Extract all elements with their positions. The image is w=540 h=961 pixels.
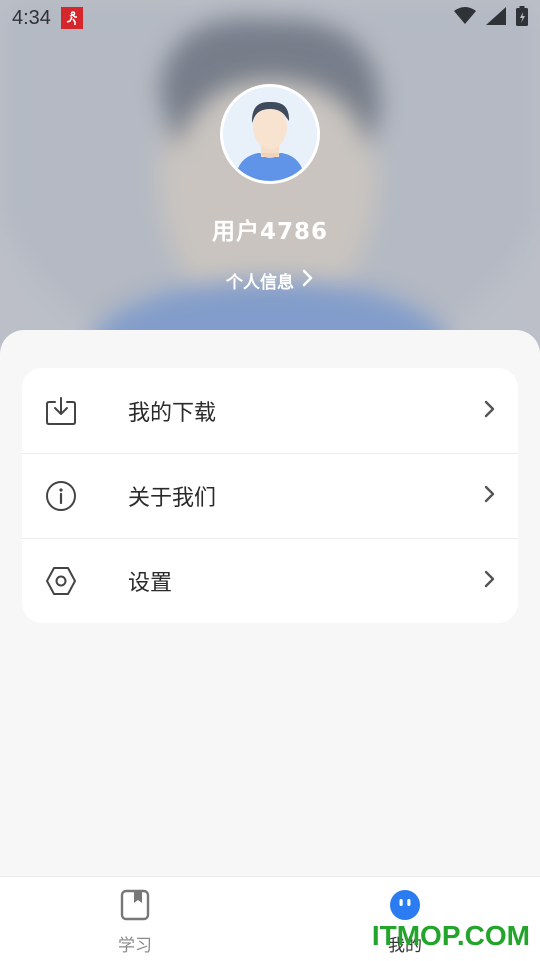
status-bar: 4:34 — [0, 0, 540, 36]
settings-hexagon-icon — [44, 564, 78, 598]
chevron-right-icon — [302, 269, 314, 292]
wifi-icon — [454, 7, 476, 29]
menu-item-label: 关于我们 — [128, 486, 217, 511]
status-time: 4:34 — [12, 6, 51, 29]
default-avatar-icon[interactable] — [220, 84, 320, 184]
battery-charging-icon — [516, 6, 528, 30]
running-man-icon — [60, 7, 83, 29]
tab-label: 学习 — [118, 936, 152, 956]
menu-item-downloads[interactable]: 我的下载 — [22, 368, 518, 453]
content-sheet: 我的下载 关于我们 设置 — [0, 330, 540, 876]
chevron-right-icon — [484, 570, 496, 592]
watermark: ITMOP.COM — [371, 920, 530, 951]
signal-icon — [486, 7, 506, 29]
info-icon — [44, 479, 78, 513]
book-icon — [120, 889, 150, 925]
personal-info-link[interactable]: 个人信息 — [226, 268, 314, 293]
personal-info-label: 个人信息 — [226, 273, 294, 293]
menu-item-label: 设置 — [128, 571, 173, 596]
chevron-right-icon — [484, 400, 496, 422]
tab-study[interactable]: 学习 — [0, 877, 270, 961]
menu-item-settings[interactable]: 设置 — [22, 538, 518, 623]
chevron-right-icon — [484, 485, 496, 507]
profile-section: 用户4786 个人信息 — [0, 84, 540, 293]
username: 用户4786 — [211, 219, 328, 245]
menu-item-about-us[interactable]: 关于我们 — [22, 453, 518, 538]
download-icon — [44, 394, 78, 428]
menu-card: 我的下载 关于我们 设置 — [22, 368, 518, 623]
menu-item-label: 我的下载 — [128, 400, 217, 426]
